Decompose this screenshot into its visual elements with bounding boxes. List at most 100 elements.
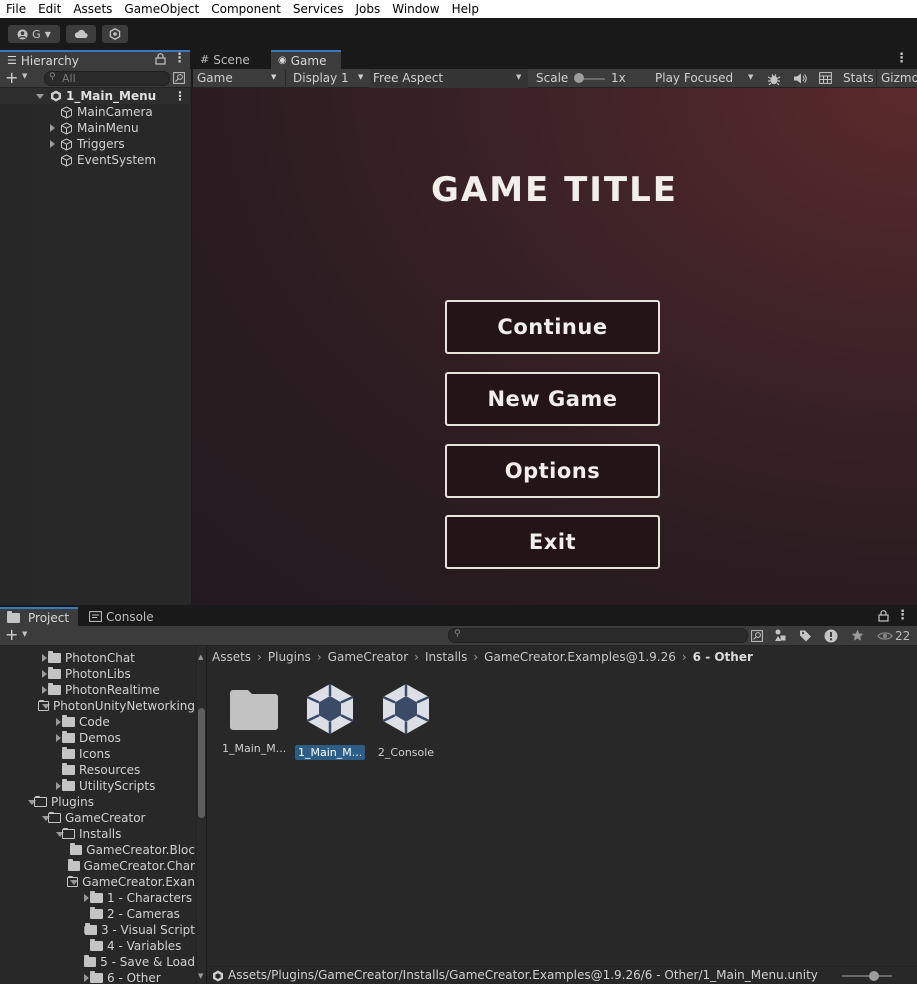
star-icon[interactable] bbox=[851, 629, 864, 642]
add-icon[interactable]: + bbox=[5, 69, 18, 86]
tree-item[interactable]: 4 - Variables bbox=[0, 938, 195, 954]
game-mode-dropdown[interactable]: Game ▼ bbox=[197, 71, 281, 85]
icon-size-slider-handle[interactable] bbox=[869, 971, 879, 981]
breadcrumb-item[interactable]: GameCreator bbox=[328, 650, 409, 664]
asset-folder[interactable]: 1_Main_M... bbox=[219, 684, 289, 756]
expand-arrow-icon[interactable] bbox=[56, 782, 61, 790]
asset-scene-selected[interactable]: 1_Main_M... bbox=[295, 682, 366, 760]
bug-icon[interactable] bbox=[767, 72, 781, 86]
menu-window[interactable]: Window bbox=[386, 0, 445, 18]
breadcrumb-item[interactable]: Assets bbox=[212, 650, 251, 664]
menu-help[interactable]: Help bbox=[446, 0, 485, 18]
stats-button[interactable]: Stats bbox=[843, 71, 874, 85]
breadcrumb-item[interactable]: Plugins bbox=[268, 650, 311, 664]
play-mode-dropdown[interactable]: Play Focused ▼ bbox=[650, 69, 760, 88]
scene-menu-icon[interactable]: ⋮ bbox=[174, 89, 186, 103]
display-dropdown[interactable]: Display 1 ▼ bbox=[293, 71, 367, 85]
hierarchy-search-input[interactable]: ⚲ All bbox=[44, 71, 170, 86]
cloud-button[interactable] bbox=[66, 25, 96, 43]
project-search-input[interactable]: ⚲ bbox=[448, 628, 748, 643]
hierarchy-scene-row[interactable]: 1_Main_Menu ⋮ bbox=[0, 88, 190, 104]
tree-item[interactable]: PhotonUnityNetworking bbox=[0, 698, 195, 714]
hidden-packages-eye-icon[interactable] bbox=[877, 631, 893, 641]
tree-item[interactable]: GameCreator.Char bbox=[0, 858, 195, 874]
hierarchy-item-triggers[interactable]: Triggers bbox=[0, 136, 190, 152]
hierarchy-item-eventsystem[interactable]: EventSystem bbox=[0, 152, 190, 168]
expand-arrow-icon[interactable] bbox=[56, 718, 61, 726]
menu-component[interactable]: Component bbox=[205, 0, 287, 18]
gizmos-button[interactable]: Gizmo bbox=[881, 71, 917, 85]
tree-item[interactable]: Demos bbox=[0, 730, 195, 746]
menu-jobs[interactable]: Jobs bbox=[350, 0, 387, 18]
tab-scene[interactable]: # Scene bbox=[193, 50, 269, 69]
tree-item[interactable]: GameCreator.Bloc bbox=[0, 842, 195, 858]
account-dropdown[interactable]: G ▼ bbox=[8, 25, 60, 43]
audio-icon[interactable] bbox=[793, 72, 807, 85]
icon-size-slider[interactable] bbox=[842, 975, 892, 977]
services-button[interactable] bbox=[102, 25, 128, 43]
expand-arrow-icon[interactable] bbox=[42, 686, 47, 694]
layout-grid-icon[interactable] bbox=[819, 72, 832, 84]
tree-item[interactable]: 6 - Other bbox=[0, 970, 195, 984]
tree-item[interactable]: PhotonLibs bbox=[0, 666, 195, 682]
expand-arrow-icon[interactable] bbox=[42, 670, 47, 678]
asset-scene[interactable]: 2_Console bbox=[371, 682, 441, 760]
chevron-down-icon[interactable]: ▼ bbox=[22, 72, 27, 80]
tree-item[interactable]: GameCreator bbox=[0, 810, 195, 826]
scroll-up-icon[interactable]: ▲ bbox=[198, 653, 203, 661]
expand-arrow-icon[interactable] bbox=[50, 124, 55, 132]
filter-by-type-icon[interactable] bbox=[774, 629, 787, 642]
tree-item[interactable]: Resources bbox=[0, 762, 195, 778]
game-menu-icon[interactable]: ⋮ bbox=[895, 52, 908, 66]
tree-item[interactable]: Plugins bbox=[0, 794, 195, 810]
continue-button[interactable]: Continue bbox=[445, 300, 660, 354]
game-view[interactable]: GAME TITLE Continue New Game Options Exi… bbox=[192, 88, 917, 605]
tree-item[interactable]: 1 - Characters bbox=[0, 890, 195, 906]
tree-item[interactable]: Icons bbox=[0, 746, 195, 762]
menu-file[interactable]: File bbox=[0, 0, 32, 18]
tree-item[interactable]: GameCreator.Exan bbox=[0, 874, 195, 890]
menu-edit[interactable]: Edit bbox=[32, 0, 67, 18]
tree-scrollbar[interactable]: ▲ ▼ bbox=[196, 646, 206, 984]
warning-filter-icon[interactable] bbox=[824, 629, 838, 643]
new-game-button[interactable]: New Game bbox=[445, 372, 660, 426]
label-tag-icon[interactable] bbox=[799, 629, 812, 642]
create-add-icon[interactable]: + bbox=[5, 626, 18, 644]
scroll-down-icon[interactable]: ▼ bbox=[198, 972, 203, 980]
tree-item[interactable]: 3 - Visual Script bbox=[0, 922, 195, 938]
tree-item[interactable]: Code bbox=[0, 714, 195, 730]
expand-arrow-icon[interactable] bbox=[42, 654, 47, 662]
tree-scrollbar-thumb[interactable] bbox=[198, 708, 205, 818]
tree-item[interactable]: PhotonRealtime bbox=[0, 682, 195, 698]
expand-arrow-icon[interactable] bbox=[56, 734, 61, 742]
menu-gameobject[interactable]: GameObject bbox=[118, 0, 205, 18]
lock-icon[interactable] bbox=[878, 610, 889, 622]
tree-item[interactable]: Installs bbox=[0, 826, 195, 842]
menu-assets[interactable]: Assets bbox=[67, 0, 118, 18]
tree-item[interactable]: 2 - Cameras bbox=[0, 906, 195, 922]
options-button[interactable]: Options bbox=[445, 444, 660, 498]
expand-arrow-icon[interactable] bbox=[84, 974, 89, 982]
tree-item[interactable]: 5 - Save & Load bbox=[0, 954, 195, 970]
search-filter-icon[interactable] bbox=[173, 72, 185, 84]
lock-icon[interactable] bbox=[155, 53, 166, 65]
breadcrumb-item[interactable]: GameCreator.Examples@1.9.26 bbox=[484, 650, 676, 664]
hierarchy-item-mainmenu[interactable]: MainMenu bbox=[0, 120, 190, 136]
tab-game[interactable]: ◉ Game bbox=[271, 50, 341, 69]
exit-button[interactable]: Exit bbox=[445, 515, 660, 569]
collapse-arrow-icon[interactable] bbox=[36, 93, 44, 99]
expand-arrow-icon[interactable] bbox=[84, 894, 89, 902]
project-menu-icon[interactable]: ⋮ bbox=[896, 609, 909, 623]
aspect-dropdown[interactable]: Free Aspect ▼ bbox=[370, 69, 528, 88]
chevron-down-icon[interactable]: ▼ bbox=[22, 630, 27, 638]
scale-slider-handle[interactable] bbox=[574, 73, 584, 83]
menu-services[interactable]: Services bbox=[287, 0, 350, 18]
tree-item[interactable]: PhotonChat bbox=[0, 650, 195, 666]
search-filter-icon[interactable] bbox=[751, 630, 763, 642]
hierarchy-menu-icon[interactable]: ⋮ bbox=[173, 52, 186, 66]
tab-console[interactable]: Console bbox=[82, 607, 162, 626]
expand-arrow-icon[interactable] bbox=[50, 140, 55, 148]
hierarchy-item-maincamera[interactable]: MainCamera bbox=[0, 104, 190, 120]
tab-project[interactable]: Project bbox=[0, 607, 78, 626]
tree-item[interactable]: UtilityScripts bbox=[0, 778, 195, 794]
